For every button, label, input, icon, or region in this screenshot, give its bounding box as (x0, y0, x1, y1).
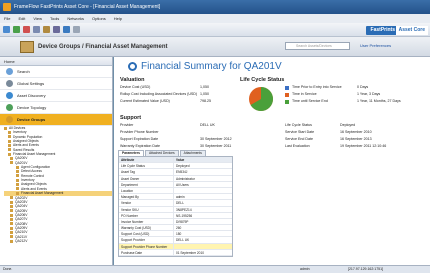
valuation-row: Current Estimated Value (USD) 798.25 (120, 99, 211, 103)
menu-help[interactable]: Help (114, 16, 122, 21)
lifecycle-details: Life Cycle Status Deployed Service Start … (285, 123, 387, 148)
title-bar: FrameFlow FastPrints Asset Core - [Finan… (0, 0, 430, 14)
tree-item[interactable]: QA212V (4, 239, 112, 243)
gear-icon (6, 80, 13, 87)
folder-icon (10, 209, 13, 213)
lifecycle-legend: Time Prior to Entry into Service 0 Days T… (285, 84, 401, 105)
valuation-row: Rollup Cost Including Associated Devices… (120, 92, 209, 96)
folder-icon (16, 170, 19, 174)
folder-icon (16, 183, 19, 187)
breadcrumb: Device Groups / Financial Asset Manageme… (38, 43, 168, 50)
stop-icon[interactable] (23, 26, 30, 33)
menu-networks[interactable]: Networks (67, 16, 84, 21)
status-user: admin (300, 267, 310, 271)
network-icon (6, 104, 13, 111)
sidebar: Home Search Global Settings Asset Discov… (0, 57, 113, 265)
sidebar-item-search[interactable]: Search (0, 66, 112, 78)
folder-icon (10, 157, 13, 161)
lifecycle-heading: Life Cycle Status (240, 77, 285, 83)
folder-icon (8, 135, 11, 139)
folder-icon (8, 148, 11, 152)
support-heading: Support (120, 115, 142, 121)
page-title: Financial Summary for QA201V (128, 61, 282, 72)
legend-item: Time in Service 1 Year, 3 Days (285, 91, 401, 98)
legend-swatch (285, 99, 289, 104)
search-input[interactable]: Search Assets/Devices (285, 42, 350, 50)
folder-icon (16, 191, 19, 195)
search-icon (6, 68, 13, 75)
sidebar-item-device-topology[interactable]: Device Topology (0, 102, 112, 114)
folder-icon (16, 174, 19, 178)
legend-swatch (285, 85, 289, 90)
valuation-row: Device Cost (USD) 1,050 (120, 85, 209, 89)
globe-icon (6, 92, 13, 99)
folder-icon (4, 126, 7, 130)
folder-icon (10, 230, 13, 234)
lifecycle-pie (249, 87, 273, 111)
status-ip: [217.97.129.162:1751] (348, 267, 384, 271)
folder-icon (10, 235, 13, 239)
table-row[interactable]: Purchase Date 01 September 2010 (119, 249, 232, 256)
summary-icon (128, 62, 137, 71)
legend-item: Time Prior to Entry into Service 0 Days (285, 84, 401, 91)
sidebar-header[interactable]: Home (0, 57, 112, 66)
folder-icon (6, 116, 13, 123)
status-bar: Done. admin [217.97.129.162:1751] (0, 265, 430, 273)
folder-icon (10, 213, 13, 217)
folder-icon (8, 144, 11, 148)
settings-icon[interactable] (53, 26, 60, 33)
legend-swatch (285, 92, 289, 97)
sidebar-item-device-groups[interactable]: Device Groups (0, 114, 112, 126)
folder-icon (10, 222, 13, 226)
print-icon[interactable] (33, 26, 40, 33)
status-text: Done. (3, 267, 13, 271)
legend-item: Time until Service End 1 Year, 11 Months,… (285, 98, 401, 105)
device-group-icon (20, 40, 34, 53)
sidebar-item-asset-discovery[interactable]: Asset Discovery (0, 90, 112, 102)
folder-icon (16, 187, 19, 191)
user-preferences-link[interactable]: User Preferences (360, 42, 391, 50)
menu-view[interactable]: View (33, 16, 42, 21)
help-icon[interactable] (73, 26, 80, 33)
folder-icon (10, 161, 13, 165)
folder-icon (8, 139, 11, 143)
valuation-heading: Valuation (120, 77, 145, 83)
export-icon[interactable] (43, 26, 50, 33)
menu-edit[interactable]: Edit (18, 16, 25, 21)
menu-bar: File Edit View Tools Networks Options He… (0, 14, 430, 23)
menu-options[interactable]: Options (92, 16, 106, 21)
folder-icon (10, 204, 13, 208)
refresh-icon[interactable] (13, 26, 20, 33)
window-title: FrameFlow FastPrints Asset Core - [Finan… (14, 4, 161, 10)
support-list: Provider DELL UK Provider Phone Number Su… (120, 123, 232, 148)
folder-icon (10, 239, 13, 243)
folder-icon (10, 200, 13, 204)
folder-icon (8, 131, 11, 135)
device-tree: All Devices Inventory Dynamic Population As… (0, 126, 112, 243)
grid-icon[interactable] (63, 26, 70, 33)
folder-icon (8, 152, 11, 156)
valuation-list: Device Cost (USD) 1,050 Rollup Cost Inclu… (120, 84, 211, 105)
folder-icon (10, 196, 13, 200)
folder-icon (16, 165, 19, 169)
back-icon[interactable] (3, 26, 10, 33)
sidebar-item-global-settings[interactable]: Global Settings (0, 78, 112, 90)
asset-core-tab[interactable]: Asset Core (395, 26, 428, 35)
parameters-table: Attribute Value Life Cycle Status Deployed… (118, 156, 233, 257)
menu-tools[interactable]: Tools (50, 16, 59, 21)
app-logo-icon (3, 3, 11, 11)
menu-file[interactable]: File (4, 16, 10, 21)
folder-icon (10, 217, 13, 221)
folder-icon (16, 178, 19, 182)
folder-icon (10, 226, 13, 230)
